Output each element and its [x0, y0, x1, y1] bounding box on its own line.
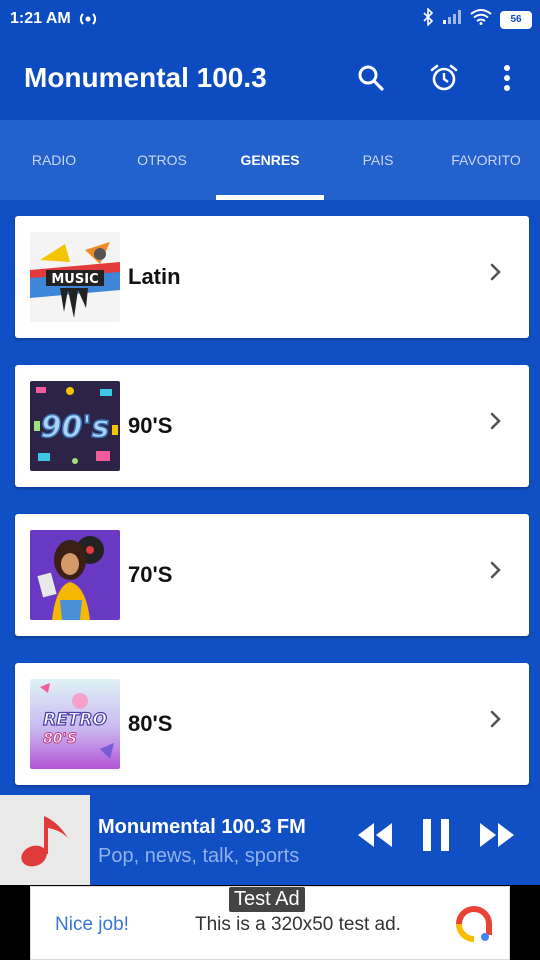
genre-thumbnail-90s: 90's	[30, 381, 120, 471]
genre-card-90s[interactable]: 90's 90'S	[15, 365, 529, 487]
chevron-right-icon	[490, 710, 501, 728]
ad-text: This is a 320x50 test ad.	[195, 914, 401, 935]
tab-bar: RADIO OTROS GENRES PAIS FAVORITO	[0, 120, 540, 200]
chevron-right-icon	[490, 412, 501, 430]
app-title: Monumental 100.3	[24, 62, 267, 93]
wifi-icon	[470, 9, 492, 30]
app-bar: Monumental 100.3	[0, 38, 540, 120]
music-note-icon	[21, 816, 68, 867]
tab-pais[interactable]: PAIS	[324, 120, 432, 200]
bluetooth-icon	[422, 7, 434, 31]
genre-card-80s[interactable]: RETRO 80'S 80'S	[15, 663, 529, 785]
player-station-title: Monumental 100.3 FM	[98, 816, 306, 838]
chevron-right-icon	[490, 561, 501, 579]
alarm-button[interactable]	[426, 60, 462, 96]
more-vertical-icon	[504, 65, 510, 91]
pause-icon	[423, 819, 449, 851]
player-artwork	[0, 795, 90, 885]
status-bar: 1:21 AM 56	[0, 0, 540, 38]
tab-otros[interactable]: OTROS	[108, 120, 216, 200]
mini-player[interactable]: Monumental 100.3 FM Pop, news, talk, spo…	[0, 795, 540, 885]
search-button[interactable]	[353, 60, 389, 96]
genre-label: 90'S	[128, 413, 173, 438]
svg-text:80'S: 80'S	[43, 731, 77, 747]
player-station-subtitle: Pop, news, talk, sports	[98, 845, 300, 867]
genre-thumbnail-80s: RETRO 80'S	[30, 679, 120, 769]
rewind-button[interactable]	[356, 821, 394, 854]
genre-thumbnail-music: MUSIC	[30, 232, 120, 322]
pause-button[interactable]	[421, 819, 451, 857]
hotspot-icon	[78, 9, 98, 34]
status-time: 1:21 AM	[10, 10, 71, 27]
ad-nice-text: Nice job!	[55, 914, 129, 935]
search-icon	[358, 65, 384, 91]
genre-label: 70'S	[128, 562, 173, 587]
rewind-icon	[358, 823, 392, 847]
genre-thumbnail-70s	[30, 530, 120, 620]
fast-forward-button[interactable]	[478, 821, 516, 854]
svg-text:RETRO: RETRO	[43, 710, 107, 730]
chevron-right-icon	[490, 263, 501, 281]
tab-genres[interactable]: GENRES	[216, 120, 324, 200]
ad-logo-icon	[455, 905, 493, 948]
ad-label: Test Ad	[229, 887, 305, 912]
svg-text:90's: 90's	[41, 410, 110, 445]
fast-forward-icon	[480, 823, 514, 847]
genre-label: Latin	[128, 264, 181, 289]
genre-card-latin[interactable]: MUSIC Latin	[15, 216, 529, 338]
svg-text:MUSIC: MUSIC	[51, 272, 98, 287]
genre-list: MUSIC Latin 90's 90'S 70'S RETRO 80'S 80…	[15, 216, 529, 812]
tab-favorito[interactable]: FAVORITO	[432, 120, 540, 200]
signal-icon	[442, 9, 462, 30]
genre-card-70s[interactable]: 70'S	[15, 514, 529, 636]
battery-icon: 56	[500, 10, 532, 29]
tab-radio[interactable]: RADIO	[0, 120, 108, 200]
alarm-clock-icon	[430, 64, 458, 91]
more-options-button[interactable]	[489, 60, 525, 96]
genre-label: 80'S	[128, 711, 173, 736]
